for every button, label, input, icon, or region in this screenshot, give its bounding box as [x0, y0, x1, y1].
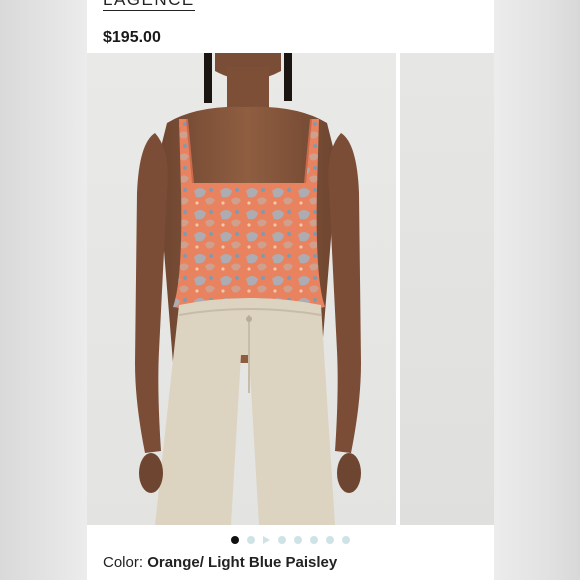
product-panel: LAGENCE $195.00 [87, 0, 494, 580]
pagination-dot[interactable] [247, 536, 255, 544]
product-photo-next[interactable] [400, 53, 494, 525]
pagination-dot[interactable] [278, 536, 286, 544]
color-label: Color: [103, 554, 144, 571]
pagination-dot[interactable] [310, 536, 318, 544]
gallery-pagination [87, 533, 494, 547]
product-photo-main[interactable] [87, 53, 396, 525]
background-right [494, 0, 580, 580]
pagination-dot-active[interactable] [231, 536, 239, 544]
image-gallery[interactable] [87, 53, 494, 525]
pagination-dot[interactable] [294, 536, 302, 544]
pagination-dot[interactable] [342, 536, 350, 544]
color-value: Orange/ Light Blue Paisley [147, 554, 338, 571]
product-price: $195.00 [103, 29, 161, 46]
model-illustration [135, 53, 361, 525]
color-selection: Color: Orange/ Light Blue Paisley [103, 554, 337, 571]
pagination-dot[interactable] [326, 536, 334, 544]
background-left [0, 0, 87, 580]
video-play-icon[interactable] [263, 536, 270, 544]
brand-name[interactable]: LAGENCE [103, 0, 195, 11]
